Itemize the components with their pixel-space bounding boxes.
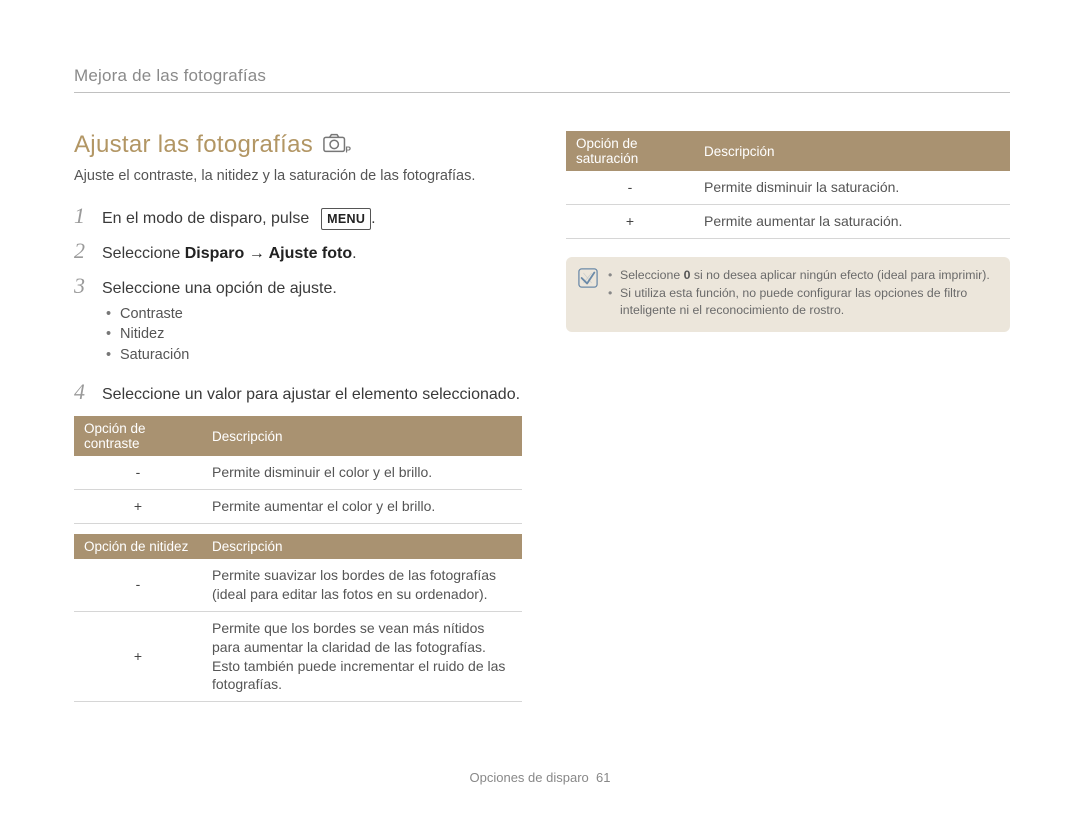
page-footer: Opciones de disparo 61 xyxy=(0,770,1080,785)
info-icon xyxy=(578,267,598,320)
info-item: Seleccione 0 si no desea aplicar ningún … xyxy=(608,267,996,285)
step-3-bullets: Contraste Nitidez Saturación xyxy=(106,304,522,365)
table-row: + Permite aumentar el color y el brillo. xyxy=(74,490,522,524)
step-text: Seleccione Disparo → Ajuste foto. xyxy=(102,242,522,265)
menu-key: MENU xyxy=(321,208,371,230)
step-2: 2 Seleccione Disparo → Ajuste foto. xyxy=(74,240,522,265)
step-number: 2 xyxy=(74,240,90,262)
info-callout: Seleccione 0 si no desea aplicar ningún … xyxy=(566,257,1010,332)
step-1: 1 En el modo de disparo, pulse MENU. xyxy=(74,205,522,230)
table-header-row: Opción de saturación Descripción xyxy=(566,131,1010,171)
footer-section: Opciones de disparo xyxy=(470,770,589,785)
step-number: 3 xyxy=(74,275,90,297)
step-4: 4 Seleccione un valor para ajustar el el… xyxy=(74,381,522,406)
info-item: Si utiliza esta función, no puede config… xyxy=(608,285,996,321)
content-columns: Ajustar las fotografías P Ajuste el cont… xyxy=(74,131,1010,702)
table-row: - Permite disminuir el color y el brillo… xyxy=(74,456,522,489)
bullet-item: Contraste xyxy=(106,304,522,324)
table-header: Opción de contraste xyxy=(74,416,202,456)
table-cell-option: + xyxy=(74,490,202,524)
step-text: Seleccione un valor para ajustar el elem… xyxy=(102,383,522,406)
text-fragment: Seleccione una opción de ajuste. xyxy=(102,280,337,297)
text-fragment: si no desea aplicar ningún efecto (ideal… xyxy=(690,268,989,282)
text-fragment: Seleccione xyxy=(620,268,684,282)
table-header: Opción de nitidez xyxy=(74,534,202,559)
bullet-item: Saturación xyxy=(106,345,522,365)
right-column: Opción de saturación Descripción - Permi… xyxy=(566,131,1010,702)
table-row: - Permite disminuir la saturación. xyxy=(566,171,1010,204)
steps-list: 1 En el modo de disparo, pulse MENU. 2 S… xyxy=(74,205,522,407)
table-cell-option: - xyxy=(566,171,694,204)
table-cell-desc: Permite disminuir el color y el brillo. xyxy=(202,456,522,489)
contrast-table: Opción de contraste Descripción - Permit… xyxy=(74,416,522,524)
table-row: + Permite que los bordes se vean más nít… xyxy=(74,611,522,702)
text-fragment: En el modo de disparo, pulse xyxy=(102,210,314,227)
table-cell-desc: Permite aumentar la saturación. xyxy=(694,204,1010,238)
step-text: En el modo de disparo, pulse MENU. xyxy=(102,207,522,230)
table-header-row: Opción de contraste Descripción xyxy=(74,416,522,456)
table-cell-option: + xyxy=(74,611,202,702)
table-row: + Permite aumentar la saturación. xyxy=(566,204,1010,238)
table-cell-option: - xyxy=(74,559,202,611)
heading-row: Ajustar las fotografías P xyxy=(74,131,522,159)
table-header: Opción de saturación xyxy=(566,131,694,171)
text-fragment: . xyxy=(352,245,356,262)
bold-fragment: Disparo → Ajuste foto xyxy=(185,245,352,262)
bullet-item: Nitidez xyxy=(106,324,522,344)
text-fragment: . xyxy=(371,210,375,227)
table-cell-desc: Permite disminuir la saturación. xyxy=(694,171,1010,204)
saturation-table: Opción de saturación Descripción - Permi… xyxy=(566,131,1010,239)
table-cell-desc: Permite que los bordes se vean más nítid… xyxy=(202,611,522,702)
step-number: 1 xyxy=(74,205,90,227)
step-number: 4 xyxy=(74,381,90,403)
step-3: 3 Seleccione una opción de ajuste. Contr… xyxy=(74,275,522,371)
table-cell-desc: Permite aumentar el color y el brillo. xyxy=(202,490,522,524)
table-header: Descripción xyxy=(202,416,522,456)
table-header: Descripción xyxy=(694,131,1010,171)
table-cell-desc: Permite suavizar los bordes de las fotog… xyxy=(202,559,522,611)
table-header: Descripción xyxy=(202,534,522,559)
table-cell-option: - xyxy=(74,456,202,489)
text-fragment: Seleccione xyxy=(102,245,185,262)
step-text: Seleccione una opción de ajuste. Contras… xyxy=(102,277,522,371)
camera-p-icon: P xyxy=(323,132,351,159)
table-row: - Permite suavizar los bordes de las fot… xyxy=(74,559,522,611)
breadcrumb: Mejora de las fotografías xyxy=(74,66,1010,93)
sharpness-table: Opción de nitidez Descripción - Permite … xyxy=(74,534,522,702)
footer-page-number: 61 xyxy=(596,770,610,785)
page-heading: Ajustar las fotografías xyxy=(74,131,313,159)
intro-text: Ajuste el contraste, la nitidez y la sat… xyxy=(74,167,522,187)
info-list: Seleccione 0 si no desea aplicar ningún … xyxy=(608,267,996,320)
table-header-row: Opción de nitidez Descripción xyxy=(74,534,522,559)
table-cell-option: + xyxy=(566,204,694,238)
left-column: Ajustar las fotografías P Ajuste el cont… xyxy=(74,131,522,702)
svg-text:P: P xyxy=(345,144,351,154)
